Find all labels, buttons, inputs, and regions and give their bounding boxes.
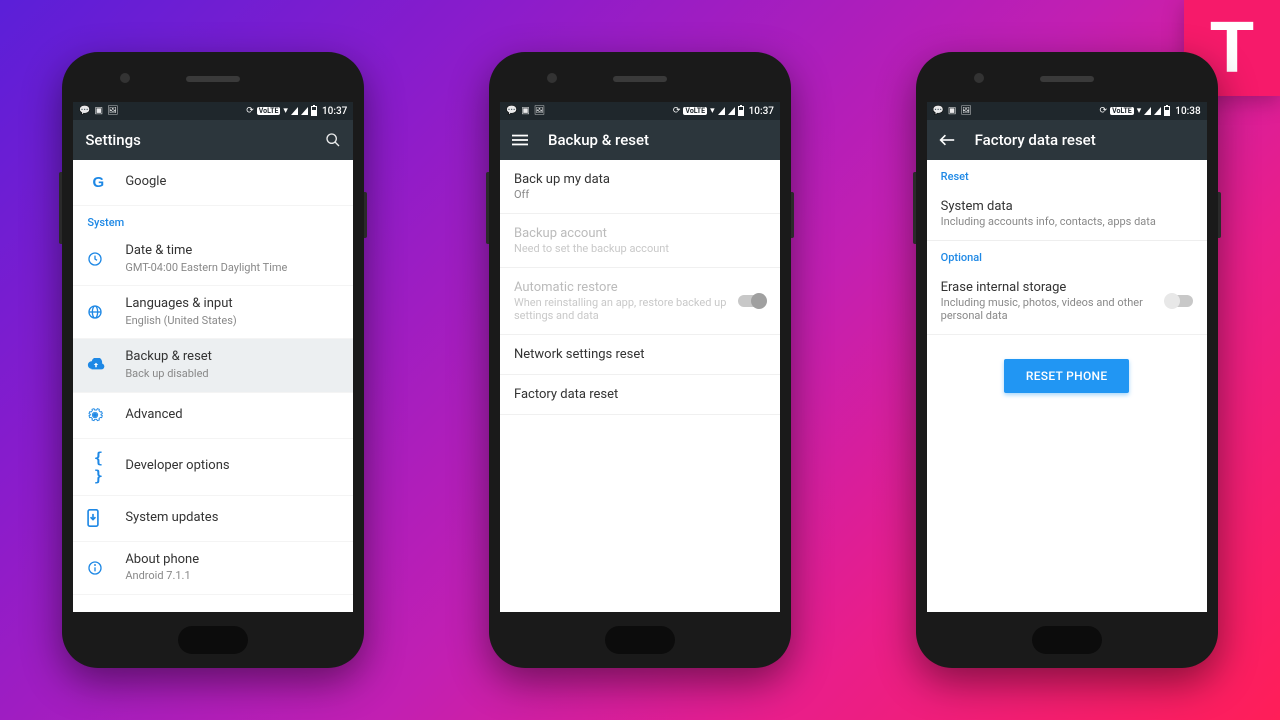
item-backup-account: Backup account Need to set the backup ac… <box>500 214 780 268</box>
signal-icon-1 <box>1144 107 1151 115</box>
label: Back up my data <box>514 172 766 187</box>
label: Date & time <box>125 243 287 260</box>
item-automatic-restore: Automatic restore When reinstalling an a… <box>500 268 780 335</box>
back-arrow-icon[interactable] <box>939 133 957 147</box>
cloud-upload-icon <box>87 358 109 372</box>
volte-badge: VoLTE <box>683 107 707 115</box>
item-backup-my-data[interactable]: Back up my data Off <box>500 160 780 214</box>
settings-item-languages[interactable]: Languages & input English (United States… <box>73 286 353 339</box>
sublabel: Including music, photos, videos and othe… <box>941 296 1155 322</box>
notif-sms-icon: ▣ <box>521 106 530 116</box>
sync-icon: ⟳ <box>246 106 254 116</box>
sublabel: When reinstalling an app, restore backed… <box>514 296 728 322</box>
sublabel: Need to set the backup account <box>514 242 766 255</box>
sync-icon: ⟳ <box>673 106 681 116</box>
clock-icon <box>87 251 109 267</box>
notif-image-icon: 🖼 <box>107 106 118 116</box>
sublabel: Android 7.1.1 <box>125 569 199 583</box>
notif-chat-icon: 💬 <box>506 106 517 116</box>
app-bar: Settings <box>73 120 353 160</box>
app-bar: Backup & reset <box>500 120 780 160</box>
hamburger-icon[interactable] <box>512 134 530 146</box>
section-header-optional: Optional <box>927 240 1207 268</box>
page-title: Settings <box>85 131 325 149</box>
volte-badge: VoLTE <box>1110 107 1134 115</box>
wifi-icon: ▾ <box>710 106 715 116</box>
settings-item-backup-reset[interactable]: Backup & reset Back up disabled <box>73 339 353 392</box>
notif-chat-icon: 💬 <box>79 106 90 116</box>
signal-icon-1 <box>291 107 298 115</box>
notif-chat-icon: 💬 <box>933 106 944 116</box>
wifi-icon: ▾ <box>283 106 288 116</box>
label: Advanced <box>125 407 182 424</box>
settings-item-developer[interactable]: { } Developer options <box>73 439 353 496</box>
signal-icon-2 <box>1154 107 1161 115</box>
label: Languages & input <box>125 296 236 313</box>
page-title: Backup & reset <box>548 131 768 149</box>
item-erase-internal-storage[interactable]: Erase internal storage Including music, … <box>927 268 1207 335</box>
search-icon[interactable] <box>325 132 341 148</box>
label: Automatic restore <box>514 280 728 295</box>
settings-item-about[interactable]: About phone Android 7.1.1 <box>73 542 353 595</box>
item-factory-data-reset[interactable]: Factory data reset <box>500 375 780 415</box>
sublabel: GMT-04:00 Eastern Daylight Time <box>125 261 287 275</box>
status-time: 10:37 <box>749 106 774 117</box>
battery-icon <box>738 106 744 116</box>
section-header-system: System <box>73 206 353 233</box>
toggle-switch <box>738 295 766 307</box>
section-header-reset: Reset <box>927 160 1207 187</box>
label: Google <box>125 174 166 191</box>
globe-icon <box>87 304 109 320</box>
app-bar: Factory data reset <box>927 120 1207 160</box>
volte-badge: VoLTE <box>257 107 281 115</box>
label: Network settings reset <box>514 347 645 362</box>
notif-image-icon: 🖼 <box>960 106 971 116</box>
info-icon <box>87 560 109 576</box>
phone-mockup-2: 💬 ▣ 🖼 ⟳ VoLTE ▾ 10:37 Backup & reset B <box>489 52 791 668</box>
label: Developer options <box>125 458 229 475</box>
label: Backup account <box>514 226 766 241</box>
item-network-settings-reset[interactable]: Network settings reset <box>500 335 780 375</box>
label: System updates <box>125 510 218 527</box>
status-time: 10:38 <box>1175 106 1200 117</box>
notif-image-icon: 🖼 <box>534 106 545 116</box>
settings-item-google[interactable]: G Google <box>73 160 353 206</box>
battery-icon <box>311 106 317 116</box>
phone-mockup-3: 💬 ▣ 🖼 ⟳ VoLTE ▾ 10:38 Factory data reset… <box>916 52 1218 668</box>
label: System data <box>941 199 1193 214</box>
notif-sms-icon: ▣ <box>95 106 104 116</box>
signal-icon-1 <box>718 107 725 115</box>
page-title: Factory data reset <box>975 131 1195 149</box>
google-icon: G <box>87 174 109 191</box>
status-bar: 💬 ▣ 🖼 ⟳ VoLTE ▾ 10:37 <box>73 102 353 120</box>
status-bar: 💬 ▣ 🖼 ⟳ VoLTE ▾ 10:38 <box>927 102 1207 120</box>
toggle-switch[interactable] <box>1165 295 1193 307</box>
signal-icon-2 <box>301 107 308 115</box>
sync-icon: ⟳ <box>1100 106 1108 116</box>
gear-icon <box>87 407 109 423</box>
status-time: 10:37 <box>322 106 347 117</box>
signal-icon-2 <box>728 107 735 115</box>
sublabel: Back up disabled <box>125 367 212 381</box>
label: Erase internal storage <box>941 280 1155 295</box>
item-system-data[interactable]: System data Including accounts info, con… <box>927 187 1207 240</box>
settings-item-date-time[interactable]: Date & time GMT-04:00 Eastern Daylight T… <box>73 233 353 286</box>
wifi-icon: ▾ <box>1137 106 1142 116</box>
settings-item-advanced[interactable]: Advanced <box>73 393 353 439</box>
braces-icon: { } <box>87 449 109 485</box>
sublabel: English (United States) <box>125 314 236 328</box>
settings-item-system-updates[interactable]: System updates <box>73 496 353 542</box>
label: Backup & reset <box>125 349 212 366</box>
battery-icon <box>1164 106 1170 116</box>
label: About phone <box>125 552 199 569</box>
reset-phone-button[interactable]: RESET PHONE <box>1004 359 1130 393</box>
label: Factory data reset <box>514 387 618 402</box>
phone-mockup-1: 💬 ▣ 🖼 ⟳ VoLTE ▾ 10:37 Settings G <box>62 52 364 668</box>
phone-update-icon <box>87 509 109 527</box>
status-bar: 💬 ▣ 🖼 ⟳ VoLTE ▾ 10:37 <box>500 102 780 120</box>
notif-sms-icon: ▣ <box>948 106 957 116</box>
sublabel: Including accounts info, contacts, apps … <box>941 215 1193 228</box>
sublabel: Off <box>514 188 766 201</box>
